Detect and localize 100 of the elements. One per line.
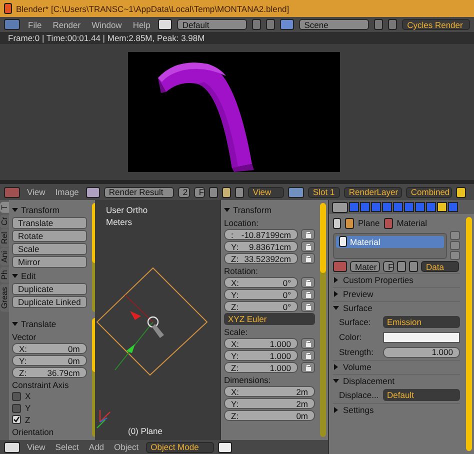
number-field[interactable]: Z: 0m — [224, 410, 315, 421]
number-field[interactable]: X: 1.000 — [224, 338, 298, 349]
lock-icon — [304, 303, 312, 310]
lock-button[interactable] — [301, 362, 315, 373]
menu-item[interactable]: Render — [50, 20, 84, 30]
number-field[interactable]: 1.000 — [383, 346, 460, 358]
panel-title[interactable]: Preview — [343, 289, 374, 299]
panel-title[interactable]: Surface — [343, 303, 372, 313]
render-pass-dropdown[interactable]: Combined — [406, 186, 452, 198]
number-field[interactable]: Y: 1.000 — [224, 350, 298, 361]
color-swatch[interactable] — [383, 332, 460, 342]
slot-menu-button[interactable] — [450, 251, 460, 260]
menu-item[interactable]: File — [25, 20, 45, 30]
lock-button[interactable] — [301, 253, 315, 264]
expanded-triangle-icon[interactable] — [12, 321, 18, 328]
menu-item[interactable]: Select — [52, 442, 82, 452]
menu-item[interactable]: View — [24, 442, 48, 452]
render-layer-dropdown[interactable]: RenderLayer — [344, 186, 402, 198]
expanded-triangle-icon[interactable] — [224, 206, 230, 212]
number-field[interactable]: X: 2m — [224, 386, 315, 397]
tool-tab[interactable]: Greas — [0, 284, 9, 312]
tool-button[interactable]: Duplicate — [12, 283, 87, 295]
tool-button[interactable]: Scale — [12, 243, 87, 255]
menu-item[interactable]: Window — [88, 20, 125, 30]
screen-layout-field[interactable]: Default — [177, 19, 248, 30]
expanded-triangle-icon[interactable] — [333, 305, 339, 311]
menu-item[interactable]: View — [24, 187, 48, 197]
material-name-field[interactable]: Mater — [350, 261, 380, 272]
slot-dropdown[interactable]: Slot 1 — [308, 186, 340, 198]
panel-title[interactable]: Settings — [343, 405, 374, 415]
lock-button[interactable] — [301, 338, 315, 349]
properties-tab[interactable] — [437, 202, 447, 212]
users-count[interactable]: 2 — [178, 186, 190, 198]
lock-button[interactable] — [301, 289, 315, 300]
view-dropdown[interactable]: View — [248, 186, 284, 198]
collapsed-triangle-icon[interactable] — [333, 277, 339, 283]
collapsed-triangle-icon[interactable] — [333, 364, 339, 370]
number-field[interactable]: Z: 0° — [224, 301, 298, 312]
number-field[interactable]: Y: 9.83671cm — [224, 241, 298, 252]
panel-title[interactable]: Volume — [343, 362, 372, 372]
number-field[interactable]: Z: 36.79cm — [12, 367, 87, 378]
rotation-mode-dropdown[interactable]: XYZ Euler — [224, 313, 315, 325]
panel-title[interactable]: Displacement — [343, 376, 394, 386]
lock-button[interactable] — [301, 229, 315, 240]
group-label: Rotation: — [224, 265, 260, 276]
tool-button[interactable]: Duplicate Linked — [12, 296, 87, 308]
checkbox[interactable] — [12, 392, 21, 401]
tool-button[interactable]: Rotate — [12, 230, 87, 242]
tool-tab[interactable]: T — [0, 202, 9, 213]
tool-tab[interactable]: Cr — [0, 214, 9, 228]
expanded-triangle-icon[interactable] — [12, 272, 18, 278]
render-engine-dropdown[interactable]: Cycles Render — [402, 19, 470, 30]
scene-field[interactable]: Scene — [299, 19, 370, 30]
number-field[interactable]: X: 0m — [12, 343, 87, 354]
tool-tab[interactable]: Rel — [0, 229, 9, 248]
lock-button[interactable] — [301, 241, 315, 252]
expanded-triangle-icon[interactable] — [12, 206, 18, 212]
number-field[interactable]: X: 0° — [224, 277, 298, 288]
fake-user-button[interactable]: F — [194, 186, 205, 198]
tool-button[interactable]: Mirror — [12, 256, 87, 268]
lock-button[interactable] — [301, 277, 315, 288]
menu-item[interactable]: Image — [52, 187, 82, 197]
tool-tab[interactable]: Ani — [0, 248, 9, 266]
expanded-triangle-icon[interactable] — [333, 378, 339, 384]
tool-tab[interactable]: Ph — [0, 266, 9, 283]
number-field[interactable]: Y: 0° — [224, 289, 298, 300]
collapsed-triangle-icon[interactable] — [333, 291, 339, 297]
checkbox-label: Z — [25, 414, 30, 425]
tool-button[interactable]: Translate — [12, 217, 87, 229]
remove-slot-button[interactable] — [450, 241, 460, 250]
property-dropdown[interactable]: Default — [383, 389, 460, 401]
link-dropdown[interactable]: Data — [421, 261, 459, 272]
image-name-field[interactable]: Render Result — [104, 186, 174, 198]
panel-title[interactable]: Edit — [21, 270, 36, 280]
collapsed-triangle-icon[interactable] — [333, 407, 339, 413]
group-label: Dimensions: — [224, 374, 272, 385]
lock-button[interactable] — [301, 301, 315, 312]
number-field[interactable]: Y: 0m — [12, 355, 87, 366]
mode-dropdown[interactable]: Object Mode — [146, 442, 214, 452]
number-field[interactable]: Z: 33.52392cm — [224, 253, 298, 264]
viewport[interactable]: User Ortho Meters (0) Plane — [95, 200, 220, 440]
panel-title[interactable]: Transform — [233, 204, 272, 214]
menu-item[interactable]: Help — [130, 20, 154, 30]
panel-title[interactable]: Translate — [21, 319, 56, 330]
breadcrumb-item: Material — [396, 218, 427, 228]
number-field[interactable]: Z: 1.000 — [224, 362, 298, 373]
checkbox[interactable] — [12, 415, 21, 424]
number-field[interactable]: Y: 2m — [224, 398, 315, 409]
menu-item[interactable]: Add — [86, 442, 108, 452]
property-dropdown[interactable]: Emission — [383, 316, 460, 328]
panel-title[interactable]: Transform — [21, 204, 60, 214]
add-slot-button[interactable] — [450, 231, 460, 240]
checkbox[interactable] — [12, 404, 21, 413]
panel-title[interactable]: Custom Properties — [343, 275, 414, 285]
fake-user-button[interactable]: F — [383, 261, 394, 272]
number-field[interactable]: : -10.87199cm — [224, 229, 298, 240]
material-slot-list[interactable]: Material — [333, 232, 447, 258]
lock-button[interactable] — [301, 350, 315, 361]
material-slot[interactable]: Material — [336, 236, 444, 248]
menu-item[interactable]: Object — [111, 442, 142, 452]
